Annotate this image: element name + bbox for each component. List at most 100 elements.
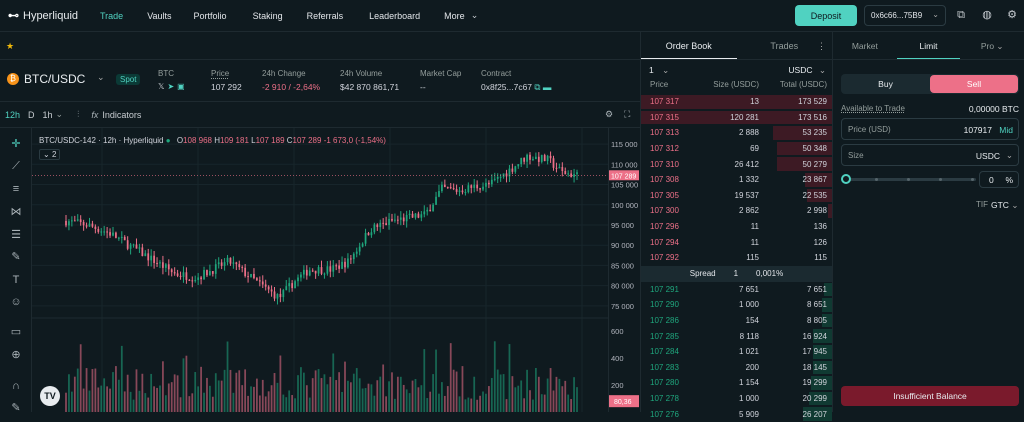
bid-row[interactable]: 107 286 154 8 805 [641, 313, 832, 329]
pattern-icon[interactable]: ⋈ [8, 204, 24, 220]
star-icon[interactable]: ★ [6, 41, 14, 52]
candle-body [264, 284, 267, 287]
telegram-icon[interactable]: ➤ [167, 82, 177, 91]
logo[interactable]: ⊷ Hyperliquid [8, 9, 98, 23]
candle-body [214, 264, 217, 274]
gear-icon[interactable]: ⚙ [1005, 8, 1019, 22]
bid-row[interactable]: 107 283 200 18 145 [641, 360, 832, 376]
bid-row[interactable]: 107 284 1 021 17 945 [641, 344, 832, 360]
percent-input[interactable]: 0 % [979, 171, 1019, 188]
indicators-button[interactable]: Indicators [102, 110, 141, 120]
bid-size: 8 118 [739, 331, 759, 341]
bid-row[interactable]: 107 291 7 651 7 651 [641, 282, 832, 298]
candle-type-icon[interactable]: ⫶ [77, 109, 79, 120]
price-input[interactable]: Price (USD) 107917 Mid [841, 118, 1019, 140]
contract-value[interactable]: 0x8f25...7c67 [481, 82, 532, 92]
tradingview-logo[interactable]: TV [40, 386, 60, 406]
size-unit[interactable]: USDC [976, 151, 1000, 161]
tab-market[interactable]: Market [833, 32, 897, 59]
size-slider[interactable] [841, 174, 976, 184]
tab-limit[interactable]: Limit [896, 32, 961, 59]
wallet-button[interactable]: 0x6c66...75B9 ⌄ [864, 5, 946, 26]
horizontal-lines-icon[interactable]: ≡ [8, 181, 24, 197]
nav-trade[interactable]: Trade [100, 11, 123, 21]
tab-order-book[interactable]: Order Book [641, 32, 737, 59]
bid-row[interactable]: 107 290 1 000 8 651 [641, 297, 832, 313]
deposit-button[interactable]: Deposit [795, 5, 857, 26]
candle-body [370, 232, 373, 236]
size-input-label: Size [848, 151, 864, 160]
emoji-icon[interactable]: ☺ [8, 294, 24, 310]
ask-total: 173 516 [798, 112, 827, 122]
bid-row[interactable]: 107 280 1 154 19 299 [641, 375, 832, 391]
aggregation-select[interactable]: 1 ⌄ [649, 65, 669, 76]
ask-row[interactable]: 107 312 69 50 348 [641, 141, 832, 157]
crosshair-icon[interactable]: ✛ [8, 136, 24, 152]
last-price-label: 107 289 [611, 173, 636, 180]
chevron-down-icon[interactable]: ⌄ [97, 72, 105, 83]
trendline-icon[interactable]: ⟋ [8, 158, 24, 174]
mid-button[interactable]: Mid [999, 125, 1013, 135]
nav-referrals[interactable]: Referrals [307, 11, 344, 21]
fib-icon[interactable]: ☰ [8, 227, 24, 243]
ask-row[interactable]: 107 294 11 126 [641, 234, 832, 250]
volume-bar [446, 386, 449, 412]
settings-icon[interactable]: ⚙ [605, 109, 613, 120]
ruler-icon[interactable]: ▭ [8, 324, 24, 340]
chart-canvas[interactable] [32, 128, 608, 412]
window-icon[interactable]: ⧉ [954, 8, 968, 22]
more-icon[interactable]: ⋮ [817, 32, 826, 60]
interval-d[interactable]: D [28, 110, 35, 120]
nav-leaderboard[interactable]: Leaderboard [369, 11, 420, 21]
ask-row[interactable]: 107 296 11 136 [641, 219, 832, 235]
ask-total: 2 998 [806, 206, 827, 216]
discord-icon[interactable]: ▣ [177, 82, 188, 91]
magnet-icon[interactable]: ∩ [8, 378, 24, 394]
ask-row[interactable]: 107 305 19 537 22 535 [641, 188, 832, 204]
interval-1h[interactable]: 1h [43, 110, 53, 120]
candle-body [399, 217, 402, 220]
ask-row[interactable]: 107 313 2 888 53 235 [641, 125, 832, 141]
ask-row[interactable]: 107 292 115 115 [641, 250, 832, 266]
indicator-count[interactable]: ⌄ 2 [39, 149, 61, 160]
fullscreen-icon[interactable]: ⛶ [624, 109, 630, 120]
ask-row[interactable]: 107 308 1 332 23 867 [641, 172, 832, 188]
zoom-in-icon[interactable]: ⊕ [8, 347, 24, 363]
bid-row[interactable]: 107 278 1 000 20 299 [641, 391, 832, 407]
volume-bar [106, 386, 108, 412]
nav-portfolio[interactable]: Portfolio [194, 11, 227, 21]
ask-row[interactable]: 107 315 120 281 173 516 [641, 110, 832, 126]
bid-row[interactable]: 107 285 8 118 16 924 [641, 328, 832, 344]
unit-select[interactable]: USDC ⌄ [788, 65, 826, 76]
lock-icon[interactable]: ✎ [8, 400, 24, 416]
nav-vaults[interactable]: Vaults [147, 11, 171, 21]
sell-button[interactable]: Sell [930, 75, 1018, 93]
text-icon[interactable]: T [8, 272, 24, 288]
tif-select[interactable]: GTC ⌄ [991, 200, 1018, 211]
chevron-down-icon[interactable]: ⌄ [56, 109, 64, 120]
insufficient-balance-button[interactable]: Insufficient Balance [841, 386, 1019, 406]
bid-row[interactable]: 107 276 5 909 26 207 [641, 406, 832, 422]
volume-bar [479, 395, 481, 412]
ask-row[interactable]: 107 300 2 862 2 998 [641, 203, 832, 219]
ask-row[interactable]: 107 317 13 173 529 [641, 94, 832, 110]
tab-pro[interactable]: Pro ⌄ [960, 32, 1024, 59]
slider-handle[interactable] [841, 174, 851, 184]
fx-icon[interactable]: fx [91, 110, 98, 120]
size-input[interactable]: Size USDC ⌄ [841, 144, 1019, 166]
price-chart[interactable]: BTC/USDC-142 · 12h · Hyperliquid ● O108 … [32, 128, 608, 412]
price-scale[interactable]: 115 000 110 000 105 000 100 000 95 000 90 000… [608, 128, 640, 412]
candle-body [176, 273, 179, 276]
globe-icon[interactable]: ◍ [980, 8, 994, 22]
volume-bar [317, 369, 320, 412]
wallet-icon[interactable]: ▬ [543, 82, 552, 92]
brush-icon[interactable]: ✎ [8, 249, 24, 265]
nav-staking[interactable]: Staking [253, 11, 283, 21]
external-link-icon[interactable]: ⧉ [534, 82, 540, 92]
pair-selector[interactable]: BTC/USDC [24, 72, 85, 86]
candle-body [394, 219, 396, 221]
interval-12h[interactable]: 12h [5, 110, 20, 120]
ask-row[interactable]: 107 310 26 412 50 279 [641, 156, 832, 172]
buy-button[interactable]: Buy [841, 74, 930, 94]
nav-more[interactable]: More [444, 11, 465, 21]
